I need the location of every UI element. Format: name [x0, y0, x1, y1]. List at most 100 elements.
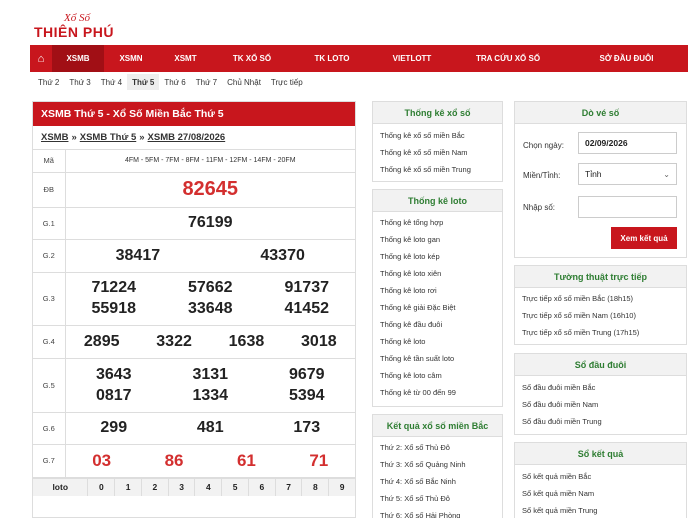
prize-db: 82645 — [65, 172, 355, 208]
prize-g5-3: 9679 — [288, 365, 325, 383]
nav-xsmt[interactable]: XSMT — [158, 45, 213, 72]
tkloto-link-10[interactable]: Thống kê loto câm — [373, 367, 502, 384]
prize-g2-1: 38417 — [115, 246, 161, 264]
loto-digit-0[interactable]: 0 — [87, 478, 114, 496]
tkloto-link-7[interactable]: Thống kê đầu đuôi — [373, 316, 502, 333]
subnav-thu7[interactable]: Thứ 7 — [191, 74, 222, 90]
tkloto-link-8[interactable]: Thống kê loto — [373, 333, 502, 350]
prize-g6-1: 299 — [100, 419, 128, 436]
thongke-link-mn[interactable]: Thống kê xổ số miền Nam — [373, 144, 502, 161]
nav-tra-cuu[interactable]: TRA CỨU XỔ SỐ — [451, 45, 565, 72]
tkloto-link-9[interactable]: Thống kê tần suất loto — [373, 350, 502, 367]
nav-xsmn[interactable]: XSMN — [104, 45, 158, 72]
prize-g3-3: 91737 — [284, 279, 330, 296]
row-g1: G.1 76199 — [33, 207, 355, 240]
sodauduoi-link-mn[interactable]: Sổ đầu đuôi miền Nam — [515, 396, 686, 413]
loto-digit-3[interactable]: 3 — [167, 478, 195, 496]
number-label: Nhập số: — [523, 202, 556, 212]
sodauduoi-link-mt[interactable]: Sổ đầu đuôi miền Trung — [515, 413, 686, 430]
region-select[interactable]: Tỉnh ⌄ — [578, 163, 677, 185]
tkloto-link-4[interactable]: Thống kê loto xiên — [373, 265, 502, 282]
subnav-thu6[interactable]: Thứ 6 — [159, 74, 190, 90]
kqmb-link-2[interactable]: Thứ 3: Xổ số Quảng Ninh — [373, 456, 502, 473]
day-subnav: Thứ 2 Thứ 3 Thứ 4 Thứ 5 Thứ 6 Thứ 7 Chủ … — [33, 74, 308, 90]
row-g3: G.3 71224 57662 91737 55918 33648 41452 — [33, 272, 355, 326]
kq-mb-title: Kết quả xổ số miền Bắc — [373, 415, 502, 437]
ma-value: 4FM - 5FM - 7FM - 8FM - 11FM - 12FM - 14… — [65, 150, 355, 173]
subnav-thu4[interactable]: Thứ 4 — [96, 74, 127, 90]
tkloto-link-5[interactable]: Thống kê loto rơi — [373, 282, 502, 299]
loto-digit-1[interactable]: 1 — [114, 478, 141, 496]
number-input[interactable] — [578, 196, 677, 218]
prize-g3-1: 71224 — [91, 279, 137, 296]
soketqua-link-mb[interactable]: Sổ kết quả miền Bắc — [515, 468, 686, 485]
subnav-thu5[interactable]: Thứ 5 — [127, 74, 160, 90]
row-g5: G.5 3643 3131 9679 0817 1334 5394 — [33, 358, 355, 413]
tructiep-link-mb[interactable]: Trực tiếp xổ số miền Bắc (18h15) — [515, 290, 686, 307]
tructiep-link-mt[interactable]: Trực tiếp xổ số miền Trung (17h15) — [515, 324, 686, 341]
loto-digit-7[interactable]: 7 — [274, 478, 302, 496]
prize-g5-2: 3131 — [192, 365, 229, 383]
subnav-thu2[interactable]: Thứ 2 — [33, 74, 64, 90]
dove-title: Dò vé số — [515, 102, 686, 124]
home-icon[interactable]: ⌂ — [30, 45, 52, 72]
results-panel: XSMB Thứ 5 - Xổ Số Miền Bắc Thứ 5 XSMB» … — [32, 101, 356, 518]
nav-so-dau-duoi[interactable]: SỞ ĐẦU ĐUÔI — [565, 45, 688, 72]
tkloto-link-6[interactable]: Thống kê giải Đặc Biệt — [373, 299, 502, 316]
loto-digit-8[interactable]: 8 — [301, 478, 328, 496]
soketqua-link-mt[interactable]: Sổ kết quả miền Trung — [515, 502, 686, 518]
loto-digit-5[interactable]: 5 — [221, 478, 248, 496]
row-db: ĐB 82645 — [33, 172, 355, 208]
kqmb-link-3[interactable]: Thứ 4: Xổ số Bắc Ninh — [373, 473, 502, 490]
prize-g3-4: 55918 — [91, 300, 137, 317]
logo-brand: THIÊN PHÚ — [34, 24, 114, 40]
thongke-link-mb[interactable]: Thống kê xổ số miền Bắc — [373, 127, 502, 144]
region-value: Tỉnh — [585, 169, 602, 179]
prize-g4-4: 3018 — [301, 332, 337, 350]
nav-vietlott[interactable]: VIETLOTT — [373, 45, 451, 72]
crumb-xsmb[interactable]: XSMB — [41, 132, 68, 143]
label-g1: G.1 — [33, 207, 66, 240]
loto-digit-6[interactable]: 6 — [247, 478, 275, 496]
label-ma: Mã — [33, 150, 66, 173]
tkloto-link-11[interactable]: Thống kê từ 00 đến 99 — [373, 384, 502, 401]
sodauduoi-link-mb[interactable]: Sổ đầu đuôi miền Bắc — [515, 379, 686, 396]
kq-mb-box: Kết quả xổ số miền Bắc Thứ 2: Xổ số Thủ … — [372, 414, 503, 518]
breadcrumb: XSMB» XSMB Thứ 5» XSMB 27/08/2026 — [33, 126, 355, 150]
thongke-title: Thống kê xổ số — [373, 102, 502, 124]
thongke-link-mt[interactable]: Thống kê xổ số miền Trung — [373, 161, 502, 178]
subnav-chunhat[interactable]: Chủ Nhật — [222, 74, 266, 90]
prize-g7-2: 86 — [164, 450, 184, 470]
tructiep-link-mn[interactable]: Trực tiếp xổ số miền Nam (16h10) — [515, 307, 686, 324]
subnav-thu3[interactable]: Thứ 3 — [64, 74, 95, 90]
logo-script: Xổ Số — [64, 12, 90, 24]
submit-button[interactable]: Xem kết quả — [611, 227, 677, 249]
nav-tk-loto[interactable]: TK LOTO — [291, 45, 373, 72]
prize-g3-6: 41452 — [284, 300, 330, 317]
row-g7: G.7 03 86 61 71 — [33, 444, 355, 478]
row-g2: G.2 38417 43370 — [33, 239, 355, 273]
loto-digit-2[interactable]: 2 — [140, 478, 168, 496]
subnav-tructiep[interactable]: Trực tiếp — [266, 74, 308, 90]
loto-digit-row: loto 0 1 2 3 4 5 6 7 8 9 — [33, 477, 355, 496]
date-input[interactable]: 02/09/2026 — [578, 132, 677, 154]
site-logo[interactable]: Xổ Số THIÊN PHÚ — [34, 12, 134, 42]
prize-g5-4: 0817 — [95, 386, 132, 404]
nav-xsmb[interactable]: XSMB — [52, 45, 104, 72]
loto-digit-4[interactable]: 4 — [194, 478, 221, 496]
tkloto-link-2[interactable]: Thống kê loto gan — [373, 231, 502, 248]
loto-digit-9[interactable]: 9 — [328, 478, 355, 496]
prize-g5-1: 3643 — [95, 365, 132, 383]
kqmb-link-1[interactable]: Thứ 2: Xổ số Thủ Đô — [373, 439, 502, 456]
crumb-xsmb-thu5[interactable]: XSMB Thứ 5 — [80, 132, 137, 143]
dove-box: Dò vé số Chọn ngày: 02/09/2026 Miền/Tỉnh… — [514, 101, 687, 258]
tkloto-link-3[interactable]: Thống kê loto kép — [373, 248, 502, 265]
nav-tk-xoso[interactable]: TK XỔ SỐ — [213, 45, 291, 72]
tkloto-link-1[interactable]: Thống kê tổng hợp — [373, 214, 502, 231]
sodauduoi-title: Sổ đầu đuôi — [515, 354, 686, 376]
crumb-date[interactable]: XSMB 27/08/2026 — [148, 132, 226, 143]
label-g6: G.6 — [33, 412, 66, 445]
kqmb-link-4[interactable]: Thứ 5: Xổ số Thủ Đô — [373, 490, 502, 507]
soketqua-link-mn[interactable]: Sổ kết quả miền Nam — [515, 485, 686, 502]
kqmb-link-5[interactable]: Thứ 6: Xổ số Hải Phòng — [373, 507, 502, 518]
